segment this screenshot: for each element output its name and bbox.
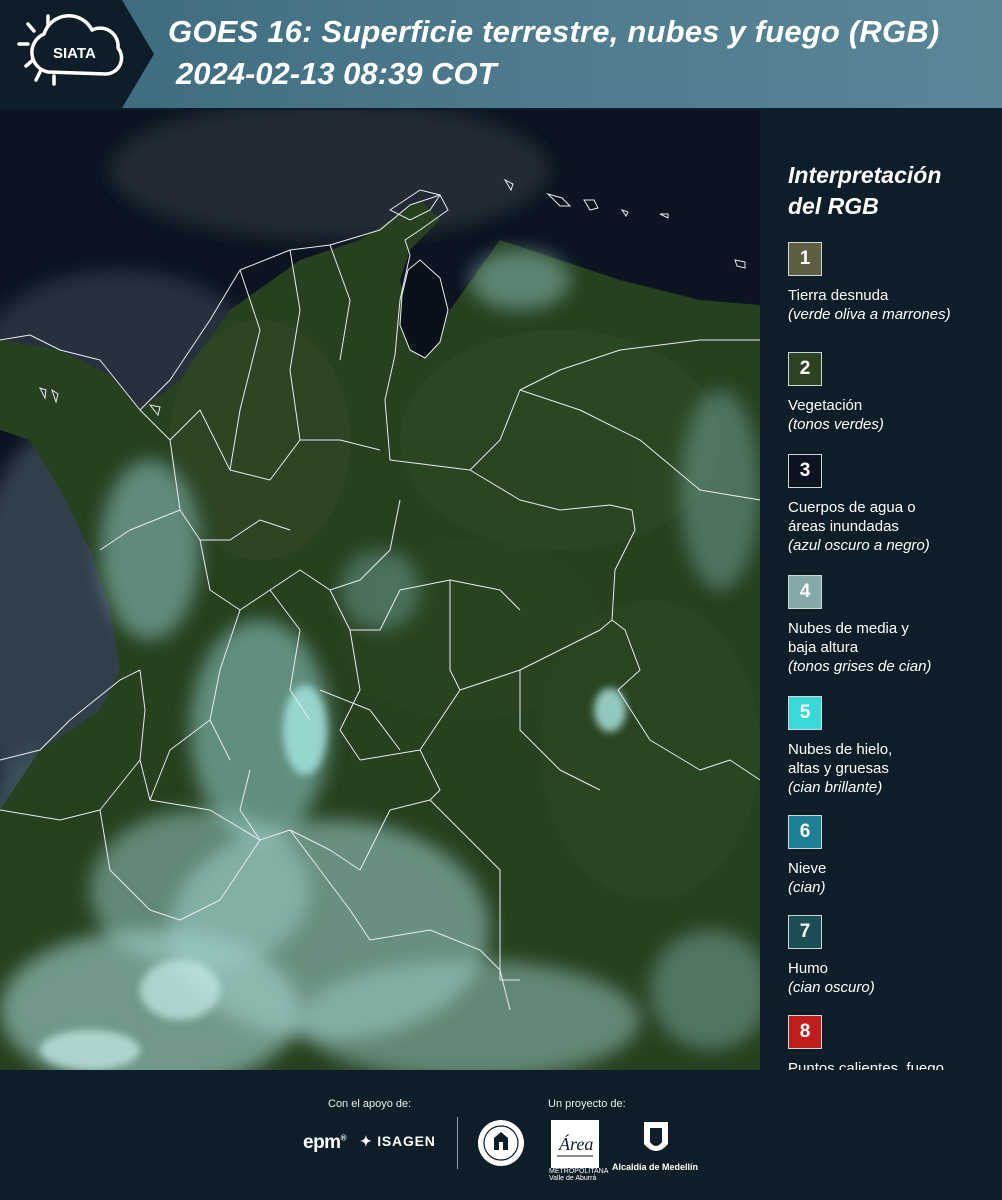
epm-text: epm xyxy=(303,1132,341,1153)
map-svg xyxy=(0,110,760,1070)
legend-swatch: 6 xyxy=(788,815,822,849)
logo-text: SIATA xyxy=(53,45,96,62)
legend-item: 7 Humo (cian oscuro) xyxy=(788,915,993,997)
area-metropolitana-text: METROPOLITANA Valle de Aburrá xyxy=(549,1168,608,1182)
legend-label-line: Vegetación xyxy=(788,397,863,414)
legend-item: 6 Nieve (cian) xyxy=(788,815,993,897)
legend-label: Nubes de media y baja altura xyxy=(788,619,993,657)
legend-item: 5 Nubes de hielo, altas y gruesas (cian bri… xyxy=(788,696,993,797)
legend-item: 2 Vegetación (tonos verdes) xyxy=(788,352,993,434)
legend-label: Nubes de hielo, altas y gruesas xyxy=(788,740,993,778)
sun-cloud-icon: SIATA xyxy=(17,14,124,86)
legend-swatch: 1 xyxy=(788,242,822,276)
alcaldia-shield-icon xyxy=(644,1122,668,1151)
alcaldia-text: Alcaldía de Medellín xyxy=(612,1162,699,1172)
siata-logo: SIATA xyxy=(14,12,124,96)
legend-swatch: 3 xyxy=(788,454,822,488)
legend-swatch: 7 xyxy=(788,915,822,949)
legend-label-line: Nubes de media y xyxy=(788,620,909,637)
university-seal-icon xyxy=(478,1120,524,1166)
satellite-map[interactable] xyxy=(0,110,760,1070)
legend-swatch: 2 xyxy=(788,352,822,386)
legend-label-line: Nieve xyxy=(788,860,827,877)
legend-label-line: áreas inundadas xyxy=(788,518,899,535)
legend-description: (azul oscuro a negro) xyxy=(788,537,930,554)
legend-description: (tonos grises de cian) xyxy=(788,658,932,675)
legend-label: Nieve xyxy=(788,859,993,878)
legend-swatch: 4 xyxy=(788,575,822,609)
legend-label-line: Tierra desnuda xyxy=(788,287,889,304)
rgb-legend: Interpretación del RGB 1 Tierra desnuda (v… xyxy=(788,160,993,1097)
footer-divider xyxy=(457,1117,458,1169)
svg-text:Área: Área xyxy=(558,1133,593,1154)
isagen-logo: ✦ ISAGEN xyxy=(360,1133,436,1150)
header: SIATA GOES 16: Superficie terrestre, nub… xyxy=(0,0,1002,110)
legend-label: Vegetación xyxy=(788,396,993,415)
legend-description: (cian oscuro) xyxy=(788,979,875,996)
legend-label: Cuerpos de agua o áreas inundadas xyxy=(788,498,993,536)
legend-swatch: 8 xyxy=(788,1015,822,1049)
legend-label: Humo xyxy=(788,959,993,978)
footer: Con el apoyo de: Un proyecto de: epm® ✦ … xyxy=(0,1070,1002,1200)
legend-label-line: Nubes de hielo, xyxy=(788,741,893,758)
legend-title-line2: del RGB xyxy=(788,193,879,219)
legend-title-line1: Interpretación xyxy=(788,162,942,188)
legend-label-line: altas y gruesas xyxy=(788,760,889,777)
support-label: Con el apoyo de: xyxy=(328,1098,412,1110)
legend-item: 1 Tierra desnuda (verde oliva a marrones) xyxy=(788,242,993,324)
legend-label-line: Cuerpos de agua o xyxy=(788,499,916,516)
legend-description: (tonos verdes) xyxy=(788,416,884,433)
page-title: GOES 16: Superficie terrestre, nubes y f… xyxy=(168,14,940,49)
legend-swatch: 5 xyxy=(788,696,822,730)
isagen-icon: ✦ xyxy=(360,1133,373,1149)
legend-description: (cian) xyxy=(788,879,826,896)
legend-item: 3 Cuerpos de agua o áreas inundadas (azul o… xyxy=(788,454,993,555)
legend-label-line: baja altura xyxy=(788,639,859,656)
legend-item: 4 Nubes de media y baja altura (tonos grise… xyxy=(788,575,993,676)
timestamp: 2024-02-13 08:39 COT xyxy=(176,56,497,91)
legend-title: Interpretación del RGB xyxy=(788,160,993,222)
area-logo-icon: Área xyxy=(557,1133,593,1157)
project-label: Un proyecto de: xyxy=(548,1098,626,1110)
isagen-text: ISAGEN xyxy=(377,1133,436,1149)
legend-description: (verde oliva a marrones) xyxy=(788,306,951,323)
legend-label: Tierra desnuda xyxy=(788,286,993,305)
legend-description: (cian brillante) xyxy=(788,779,883,796)
epm-logo: epm® xyxy=(303,1132,347,1153)
legend-label-line: Humo xyxy=(788,960,829,977)
area-metropolitana-logo: Área xyxy=(551,1120,599,1168)
legend-items: 1 Tierra desnuda (verde oliva a marrones) 2… xyxy=(788,242,993,1097)
